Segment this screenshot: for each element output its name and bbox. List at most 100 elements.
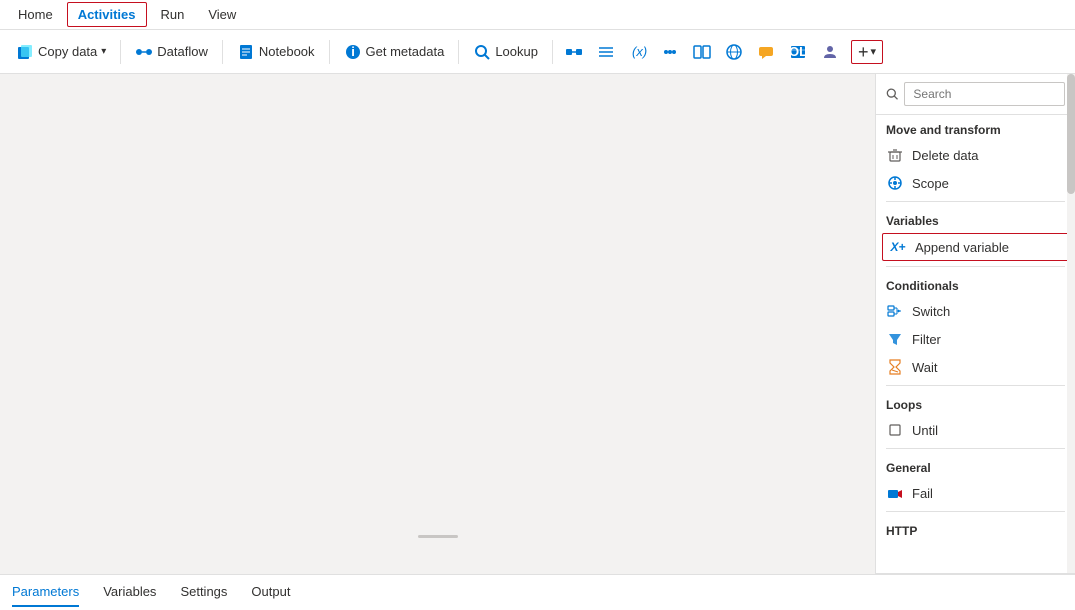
copy-data-button[interactable]: Copy data ▾ xyxy=(8,39,114,65)
filter-label: Filter xyxy=(912,332,941,347)
fail-icon xyxy=(886,484,904,502)
svg-text:i: i xyxy=(351,44,355,59)
toolbar-icon-btn-8[interactable]: OL xyxy=(783,39,813,65)
add-icon: + xyxy=(858,43,869,61)
scrollbar-track xyxy=(1067,74,1075,573)
get-metadata-button[interactable]: i Get metadata xyxy=(336,39,453,65)
dataflow-icon xyxy=(135,43,153,61)
until-label: Until xyxy=(912,423,938,438)
section-general: General xyxy=(876,453,1075,479)
variables-icon: (x) xyxy=(629,43,647,61)
fail-item[interactable]: Fail xyxy=(876,479,1075,507)
copy-data-dropdown-icon: ▾ xyxy=(101,46,106,57)
copy-data-label: Copy data xyxy=(38,44,97,59)
outlook-icon: OL xyxy=(789,43,807,61)
tab-variables[interactable]: Variables xyxy=(103,578,156,607)
add-dropdown-icon: ▾ xyxy=(870,45,876,58)
canvas[interactable] xyxy=(0,74,875,574)
divider-2 xyxy=(886,266,1065,267)
toolbar-sep-5 xyxy=(552,40,553,64)
filter-icon xyxy=(886,330,904,348)
delete-data-icon xyxy=(886,146,904,164)
svg-text:(x): (x) xyxy=(632,44,647,59)
main-area: Move and transform Delete data xyxy=(0,74,1075,574)
toolbar: Copy data ▾ Dataflow Notebook xyxy=(0,30,1075,74)
switch-icon xyxy=(886,302,904,320)
lookup-icon xyxy=(473,43,491,61)
teams-icon xyxy=(821,43,839,61)
divider-3 xyxy=(886,385,1065,386)
delete-data-item[interactable]: Delete data xyxy=(876,141,1075,169)
scope-item[interactable]: Scope xyxy=(876,169,1075,197)
toolbar-sep-3 xyxy=(329,40,330,64)
scrollbar-thumb[interactable] xyxy=(1067,74,1075,194)
lookup-button[interactable]: Lookup xyxy=(465,39,546,65)
scope-icon xyxy=(886,174,904,192)
copy-data-icon xyxy=(16,43,34,61)
search-box xyxy=(876,74,1075,115)
toolbar-icon-btn-6[interactable] xyxy=(719,39,749,65)
search-input[interactable] xyxy=(904,82,1065,106)
pipeline-icon xyxy=(565,43,583,61)
toolbar-icon-btn-7[interactable] xyxy=(751,39,781,65)
toolbar-icon-btn-4[interactable] xyxy=(655,39,685,65)
list-icon xyxy=(597,43,615,61)
menu-view[interactable]: View xyxy=(198,3,246,26)
get-metadata-icon: i xyxy=(344,43,362,61)
tab-output[interactable]: Output xyxy=(251,578,290,607)
fail-label: Fail xyxy=(912,486,933,501)
section-conditionals: Conditionals xyxy=(876,271,1075,297)
search-icon xyxy=(886,87,898,101)
wait-icon xyxy=(886,358,904,376)
divider-4 xyxy=(886,448,1065,449)
speech-icon xyxy=(757,43,775,61)
add-activity-button[interactable]: + ▾ xyxy=(851,40,883,64)
filter-item[interactable]: Filter xyxy=(876,325,1075,353)
canvas-scroll-indicator xyxy=(418,535,458,538)
bottom-bar: Parameters Variables Settings Output xyxy=(0,574,1075,610)
until-item[interactable]: Until xyxy=(876,416,1075,444)
get-metadata-label: Get metadata xyxy=(366,44,445,59)
divider-1 xyxy=(886,201,1065,202)
until-icon xyxy=(886,421,904,439)
divider-5 xyxy=(886,511,1065,512)
menu-home[interactable]: Home xyxy=(8,3,63,26)
append-variable-icon: X+ xyxy=(889,238,907,256)
lookup-label: Lookup xyxy=(495,44,538,59)
settings2-icon xyxy=(661,43,679,61)
section-http: HTTP xyxy=(876,516,1075,542)
tab-settings[interactable]: Settings xyxy=(180,578,227,607)
delete-data-label: Delete data xyxy=(912,148,979,163)
toolbar-icon-btn-5[interactable] xyxy=(687,39,717,65)
wait-item[interactable]: Wait xyxy=(876,353,1075,381)
tab-parameters[interactable]: Parameters xyxy=(12,578,79,607)
toolbar-sep-1 xyxy=(120,40,121,64)
notebook-label: Notebook xyxy=(259,44,315,59)
svg-text:OL: OL xyxy=(789,44,807,59)
toolbar-icon-btn-2[interactable] xyxy=(591,39,621,65)
wait-label: Wait xyxy=(912,360,938,375)
toolbar-sep-4 xyxy=(458,40,459,64)
toolbar-icon-btn-1[interactable] xyxy=(559,39,589,65)
split-icon xyxy=(693,43,711,61)
dataflow-button[interactable]: Dataflow xyxy=(127,39,216,65)
dataflow-label: Dataflow xyxy=(157,44,208,59)
switch-label: Switch xyxy=(912,304,950,319)
toolbar-icon-btn-3[interactable]: (x) xyxy=(623,39,653,65)
toolbar-icon-btn-9[interactable] xyxy=(815,39,845,65)
section-variables: Variables xyxy=(876,206,1075,232)
menu-run[interactable]: Run xyxy=(151,3,195,26)
section-move-and-transform: Move and transform xyxy=(876,115,1075,141)
section-loops: Loops xyxy=(876,390,1075,416)
toolbar-sep-2 xyxy=(222,40,223,64)
menu-activities[interactable]: Activities xyxy=(67,2,147,27)
menu-bar: Home Activities Run View xyxy=(0,0,1075,30)
append-variable-label: Append variable xyxy=(915,240,1009,255)
notebook-icon xyxy=(237,43,255,61)
notebook-button[interactable]: Notebook xyxy=(229,39,323,65)
activities-panel: Move and transform Delete data xyxy=(875,74,1075,574)
scope-label: Scope xyxy=(912,176,949,191)
globe-icon xyxy=(725,43,743,61)
switch-item[interactable]: Switch xyxy=(876,297,1075,325)
append-variable-item[interactable]: X+ Append variable xyxy=(882,233,1069,261)
